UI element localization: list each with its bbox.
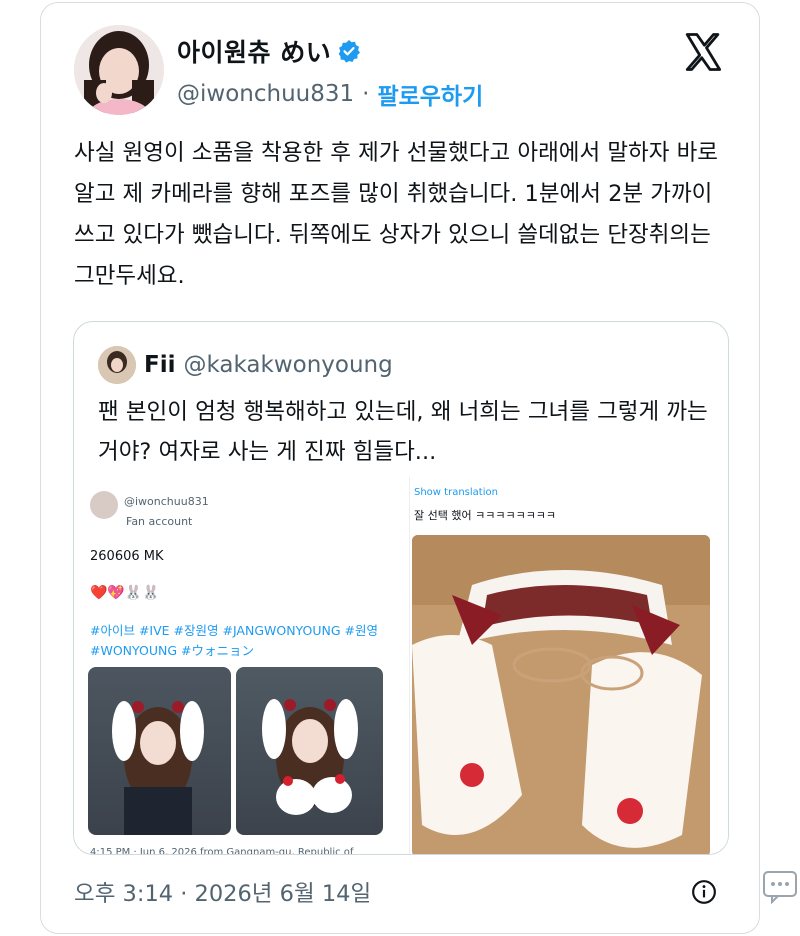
- tweet-card: 아이원츄 めい @iwonchuu831 · 팔로우하기 사실 원영이 소품을 …: [40, 2, 760, 934]
- tweet-text: 사실 원영이 소품을 착용한 후 제가 선물했다고 아래에서 말하자 바로 알고…: [74, 140, 718, 289]
- embedded-emojis: ❤️💖🐰🐰: [90, 585, 160, 601]
- show-translation-link: Show translation: [414, 487, 498, 498]
- follow-button[interactable]: 팔로우하기: [377, 77, 483, 111]
- embedded-photo-1: [88, 667, 231, 835]
- more-icon[interactable]: [762, 870, 798, 904]
- info-icon[interactable]: [691, 879, 717, 905]
- x-logo-icon[interactable]: [681, 31, 725, 73]
- embedded-caption: 260606 MK: [90, 549, 164, 564]
- verified-icon: [338, 40, 361, 63]
- embedded-footer: 4:15 PM · Jun 6, 2026 from Gangnam-gu, R…: [90, 847, 354, 855]
- author-name-row: 아이원츄 めい: [177, 33, 361, 69]
- author-handle[interactable]: @iwonchuu831: [177, 81, 354, 107]
- embedded-avatar: [90, 491, 118, 519]
- quoted-avatar[interactable]: [98, 346, 136, 384]
- quoted-author-handle[interactable]: @kakakwonyoung: [183, 352, 392, 378]
- embedded-handle: @iwonchuu831: [124, 495, 209, 508]
- author-name[interactable]: 아이원츄 めい: [177, 33, 331, 69]
- quoted-image-left[interactable]: @iwonchuu831 Fan account 260606 MK ❤️💖🐰🐰…: [74, 477, 410, 855]
- quoted-text: 팬 본인이 엄청 행복해하고 있는데, 왜 너희는 그녀를 그렇게 까는 거야?…: [98, 399, 708, 465]
- quoted-author-name[interactable]: Fii: [144, 352, 175, 378]
- embedded-photo-2: [236, 667, 383, 835]
- headband-photo: [412, 535, 710, 854]
- embedded-hashtags: #아이브 #IVE #장원영 #JANGWONYOUNG #원영 #WONYOU…: [90, 623, 378, 658]
- quoted-header: Fii @kakakwonyoung: [98, 346, 393, 384]
- author-handle-row: @iwonchuu831 · 팔로우하기: [177, 77, 483, 111]
- fan-account-badge: Fan account: [126, 515, 193, 528]
- quoted-tweet[interactable]: Fii @kakakwonyoung 팬 본인이 엄청 행복해하고 있는데, 왜…: [73, 321, 729, 855]
- tweet-timestamp[interactable]: 오후 3:14 · 2026년 6월 14일: [74, 876, 371, 908]
- author-avatar[interactable]: [74, 25, 164, 115]
- embedded-reply-text: 잘 선택 했어 ㅋㅋㅋㅋㅋㅋㅋㅋ: [414, 509, 557, 522]
- quoted-image-right[interactable]: Show translation 잘 선택 했어 ㅋㅋㅋㅋㅋㅋㅋㅋ: [412, 477, 728, 854]
- separator-dot: ·: [362, 81, 370, 107]
